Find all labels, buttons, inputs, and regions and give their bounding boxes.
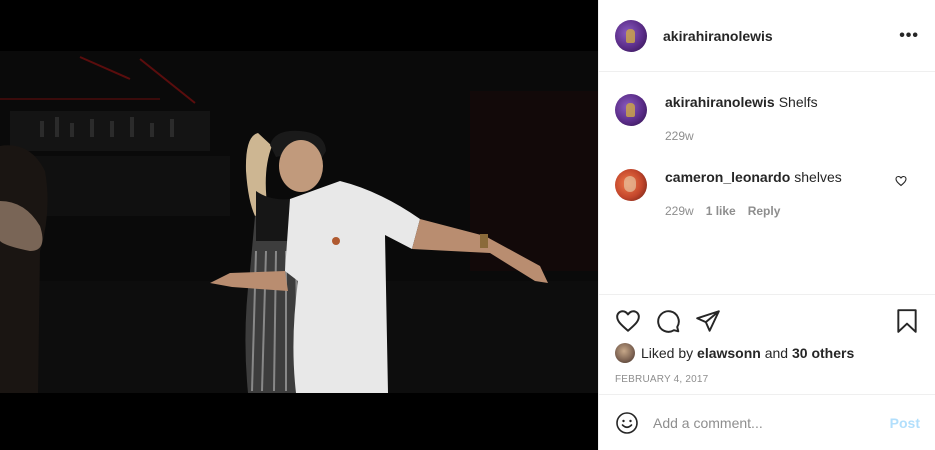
author-username[interactable]: akirahiranolewis — [663, 28, 773, 44]
comment-input[interactable] — [653, 414, 890, 431]
post-header: akirahiranolewis ••• — [599, 0, 935, 72]
commenter-avatar[interactable] — [615, 169, 647, 201]
liker-username[interactable]: elawsonn — [697, 345, 761, 361]
smiley-icon[interactable] — [615, 411, 639, 435]
add-comment-bar: Post — [599, 394, 935, 450]
caption-author-avatar[interactable] — [615, 94, 647, 126]
more-options-icon[interactable]: ••• — [899, 27, 919, 44]
author-avatar[interactable] — [615, 19, 647, 52]
comment-like-heart-icon[interactable] — [895, 175, 907, 187]
likes-joiner: and — [764, 345, 789, 361]
comment-bubble-icon[interactable] — [655, 308, 681, 334]
paper-plane-icon[interactable] — [695, 308, 721, 334]
comment-reply-button[interactable]: Reply — [748, 202, 781, 220]
photo-scene-illustration — [0, 51, 598, 393]
caption-username[interactable]: akirahiranolewis — [665, 94, 775, 110]
comment-age[interactable]: 229w — [665, 202, 694, 220]
likes-summary: Liked by elawsonn and 30 others — [615, 343, 920, 363]
post-side-panel: akirahiranolewis ••• akirahiranolewis She… — [598, 0, 935, 450]
likes-others-link[interactable]: 30 others — [792, 345, 854, 361]
comments-list: akirahiranolewis Shelfs 229w cameron_leon… — [599, 72, 935, 294]
post-photo[interactable] — [0, 51, 598, 393]
liker-avatar[interactable] — [615, 343, 635, 363]
caption-text: Shelfs — [778, 94, 818, 110]
post-date[interactable]: FEBRUARY 4, 2017 — [615, 374, 920, 385]
comment-item: cameron_leonardo shelves 229w 1 like Repl… — [615, 163, 919, 220]
post-photo-frame[interactable] — [0, 0, 598, 450]
action-bar — [615, 295, 920, 343]
caption: akirahiranolewis Shelfs 229w — [615, 88, 919, 145]
post-actions-section: Liked by elawsonn and 30 others FEBRUARY… — [599, 294, 935, 394]
post-comment-button[interactable]: Post — [890, 415, 920, 431]
heart-icon[interactable] — [615, 308, 641, 334]
comment-likes-count[interactable]: 1 like — [706, 202, 736, 220]
likes-prefix: Liked by — [641, 345, 694, 361]
bookmark-icon[interactable] — [894, 308, 920, 334]
comment-text: shelves — [794, 169, 842, 185]
comment-username[interactable]: cameron_leonardo — [665, 169, 790, 185]
caption-age[interactable]: 229w — [665, 127, 694, 145]
